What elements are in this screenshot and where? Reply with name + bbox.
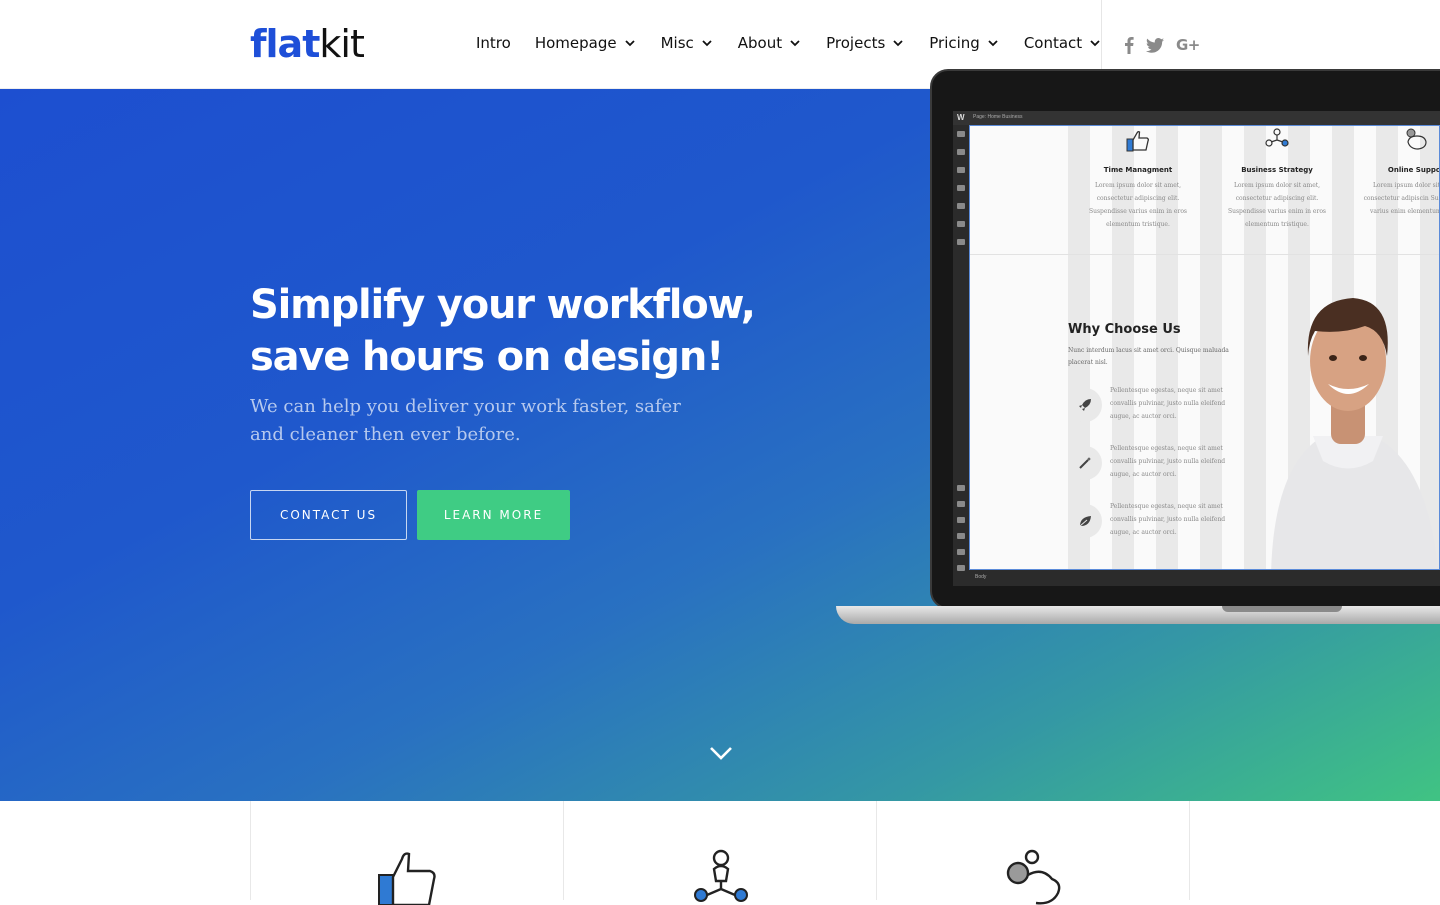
smiling-man-photo: [1271, 298, 1439, 569]
feature-column: [877, 801, 1190, 905]
mockup-service-title: Time Managment: [1103, 166, 1173, 174]
chevron-down-icon: [893, 40, 903, 47]
chevron-down-icon: [988, 40, 998, 47]
editor-canvas: Time Managment Lorem ipsum dolor sit ame…: [969, 125, 1440, 570]
nav-item-about[interactable]: About: [738, 34, 802, 52]
editor-footer: Body: [969, 570, 1440, 586]
editor-tool-icon: [957, 185, 965, 191]
laptop-base: [836, 606, 1440, 624]
nav-label: Contact: [1023, 34, 1083, 52]
network-people-icon: [694, 849, 748, 902]
mockup-feature-text: Pellentesque egestas, neque sit amet con…: [1110, 387, 1226, 420]
hero-title-line1: Simplify your workflow,: [250, 282, 756, 328]
editor-tool-icon: [957, 565, 965, 571]
mockup-service-text: Lorem ipsum dolor sit amet, consectetur …: [1227, 182, 1327, 228]
laptop-screen: W Page: Home Business Time Managment Lor…: [953, 111, 1440, 586]
editor-page-crumb: Page: Home Business: [973, 114, 1023, 120]
editor-tool-icon: [957, 533, 965, 539]
twitter-glyph: [1146, 37, 1164, 53]
mockup-service-title: Business Strategy: [1241, 166, 1313, 174]
editor-tool-icon: [957, 239, 965, 245]
piggy-bank-icon: [1406, 128, 1427, 150]
nav-item-homepage[interactable]: Homepage: [535, 34, 637, 52]
editor-tool-icon: [957, 517, 965, 523]
thumbs-up-icon: [378, 852, 436, 905]
brand-logo[interactable]: flat kit: [250, 22, 365, 66]
magic-wand-icon: [1068, 446, 1102, 480]
mockup-why-subtitle: Nunc interdum lacus sit amet orci. Quisq…: [1068, 347, 1229, 366]
nav-label: Pricing: [929, 34, 980, 52]
editor-sidebar: [953, 125, 969, 586]
editor-tool-icon: [957, 149, 965, 155]
main-nav: Intro Homepage Misc About Projects Prici…: [476, 34, 1126, 52]
feature-column: [251, 801, 564, 905]
mockup-section-divider: [970, 254, 1439, 255]
rocket-icon: [1068, 388, 1102, 422]
contact-us-button[interactable]: CONTACT US: [250, 490, 407, 540]
chevron-down-icon: [624, 40, 635, 47]
editor-tool-icon: [957, 167, 965, 173]
editor-tool-icon: [957, 549, 965, 555]
hero-subtitle: We can help you deliver your work faster…: [250, 396, 681, 445]
mockup-feature-text: Pellentesque egestas, neque sit amet con…: [1110, 503, 1226, 536]
nav-label: Misc: [660, 34, 694, 52]
mockup-service-card: Time Managment Lorem ipsum dolor sit ame…: [1078, 126, 1198, 231]
leaf-icon: [1068, 504, 1102, 538]
nav-item-contact[interactable]: Contact: [1024, 34, 1102, 52]
editor-tool-icon: [957, 501, 965, 507]
logo-part-flat: flat: [250, 22, 320, 66]
mockup-feature-item: Pellentesque egestas, neque sit amet con…: [1068, 384, 1258, 432]
chevron-down-icon: [702, 40, 712, 47]
editor-toolbar: W Page: Home Business: [953, 111, 1440, 125]
nav-item-misc[interactable]: Misc: [661, 34, 714, 52]
features-strip: [250, 801, 1190, 905]
piggy-bank-icon: [1006, 849, 1061, 905]
mockup-feature-item: Pellentesque egestas, neque sit amet con…: [1068, 500, 1258, 548]
nav-item-projects[interactable]: Projects: [826, 34, 905, 52]
thumbs-up-icon: [1126, 131, 1149, 152]
nav-item-intro[interactable]: Intro: [476, 34, 511, 52]
facebook-icon[interactable]: [1124, 36, 1134, 54]
facebook-glyph: [1125, 37, 1134, 54]
editor-tool-icon: [957, 131, 965, 137]
learn-more-button[interactable]: LEARN MORE: [417, 490, 570, 540]
editor-tool-icon: [957, 485, 965, 491]
mockup-service-title: Online Suppor: [1387, 166, 1440, 174]
editor-body-tag: Body: [975, 574, 987, 580]
mockup-service-card: Business Strategy Lorem ipsum dolor sit …: [1217, 126, 1337, 231]
social-links: G+: [1124, 36, 1212, 54]
chevron-down-icon: [790, 40, 800, 47]
logo-part-kit: kit: [319, 22, 364, 66]
mockup-feature-text: Pellentesque egestas, neque sit amet con…: [1110, 445, 1226, 478]
feature-column: [564, 801, 877, 902]
nav-label: About: [737, 34, 783, 52]
nav-item-pricing[interactable]: Pricing: [929, 34, 1000, 52]
chevron-down-icon[interactable]: [708, 744, 734, 762]
nav-label: Homepage: [534, 34, 617, 52]
mockup-feature-item: Pellentesque egestas, neque sit amet con…: [1068, 442, 1258, 490]
hero-title-line2: save hours on design!: [250, 334, 724, 380]
mockup-service-text: Lorem ipsum dolor sit amet, consectetur …: [1363, 182, 1440, 215]
twitter-icon[interactable]: [1146, 36, 1164, 54]
rocket-glyph: [1079, 399, 1091, 411]
nav-label: Intro: [476, 34, 511, 52]
leaf-glyph: [1079, 516, 1091, 527]
mockup-why-title: Why Choose Us: [1068, 322, 1181, 337]
hero-title: Simplify your workflow, save hours on de…: [250, 279, 770, 383]
laptop-notch: [1222, 606, 1342, 612]
editor-tool-icon: [957, 221, 965, 227]
google-plus-icon[interactable]: G+: [1176, 36, 1200, 54]
editor-logo-icon: W: [957, 113, 965, 122]
nav-label: Projects: [826, 34, 886, 52]
mockup-service-card: Online Suppor Lorem ipsum dolor sit amet…: [1356, 126, 1440, 218]
editor-tool-icon: [957, 203, 965, 209]
wand-glyph: [1079, 457, 1091, 469]
mockup-service-text: Lorem ipsum dolor sit amet, consectetur …: [1088, 182, 1188, 228]
network-people-icon: [1265, 128, 1289, 147]
